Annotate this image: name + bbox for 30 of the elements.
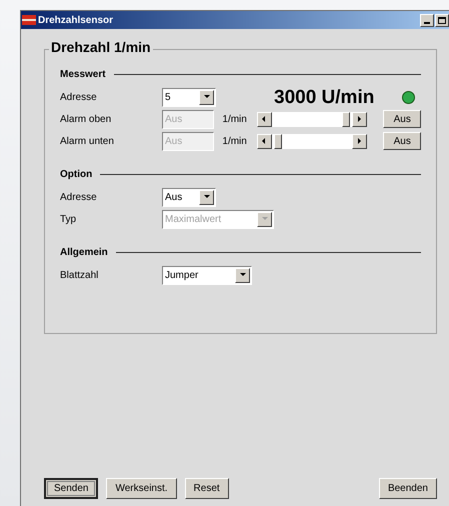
scroll-left-icon[interactable] xyxy=(256,134,272,148)
action-button[interactable]: Senden xyxy=(44,478,98,499)
speed-reading: 3000 U/min xyxy=(274,88,374,106)
action-button[interactable]: Beenden xyxy=(378,478,437,499)
window-title: Drehzahlsensor xyxy=(38,14,114,28)
action-button[interactable]: Reset xyxy=(184,478,229,499)
dropdown[interactable]: 5 xyxy=(162,88,216,106)
scrollbar-thumb[interactable] xyxy=(342,112,350,126)
field-label: Alarm unten xyxy=(60,134,115,148)
field-label: Adresse xyxy=(60,90,98,104)
unit-label: 1/min xyxy=(222,134,248,148)
minimize-icon[interactable] xyxy=(420,14,434,26)
maximize-icon[interactable] xyxy=(435,14,449,26)
scroll-right-icon[interactable] xyxy=(352,112,368,126)
section-heading: Allgemein xyxy=(60,246,109,260)
action-button[interactable]: Werkseinst. xyxy=(106,478,177,499)
app-logo-icon xyxy=(22,15,36,25)
scroll-left-icon[interactable] xyxy=(256,112,272,126)
field-label: Alarm oben xyxy=(60,112,112,126)
group-title: Drehzahl 1/min xyxy=(49,40,153,54)
section-heading: Messwert xyxy=(60,68,107,82)
field-label: Adresse xyxy=(60,190,98,204)
unit-label: 1/min xyxy=(222,112,248,126)
section-heading: Option xyxy=(60,168,94,182)
field-label: Typ xyxy=(60,212,78,226)
dropdown[interactable]: Aus xyxy=(162,188,216,206)
field-label: Blattzahl xyxy=(60,268,100,282)
dropdown[interactable]: Jumper xyxy=(162,266,252,284)
scroll-right-icon[interactable] xyxy=(352,134,368,148)
scrollbar-thumb[interactable] xyxy=(274,134,282,148)
